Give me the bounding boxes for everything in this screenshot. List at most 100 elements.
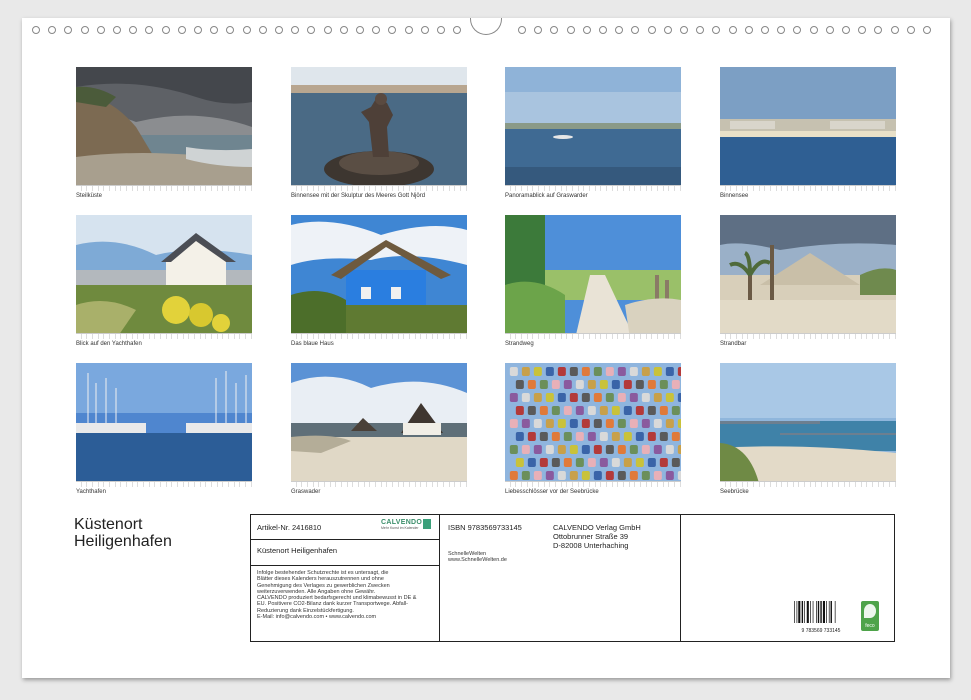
lock-shape <box>671 380 680 389</box>
lock-shape <box>509 471 518 480</box>
lock-shape <box>641 445 650 454</box>
calendar-grid-strip <box>291 333 467 339</box>
photo-yachthafen <box>76 363 252 487</box>
photo-caption: Blick auf den Yachthafen <box>76 341 142 347</box>
calendar-grid-strip <box>76 185 252 191</box>
lock-shape <box>527 458 536 467</box>
binding-ring <box>761 26 769 34</box>
calendar-grid-strip <box>291 481 467 487</box>
lock-shape <box>659 406 668 415</box>
lock-shape <box>521 419 530 428</box>
lock-shape <box>587 432 596 441</box>
lock-shape <box>617 445 626 454</box>
lock-shape <box>665 393 674 402</box>
lock-shape <box>635 380 644 389</box>
binding-ring <box>291 26 300 34</box>
lock-shape <box>545 367 554 376</box>
lock-shape <box>665 419 674 428</box>
publisher-address: CALVENDO Verlag GmbH Ottobrunner Straße … <box>553 523 641 550</box>
photo-caption: Binnensee <box>720 193 749 199</box>
barcode-bar <box>806 601 809 623</box>
barcode-bar <box>794 601 795 623</box>
lock-shape <box>539 406 548 415</box>
lock-shape <box>539 432 548 441</box>
isbn: ISBN 9783569733145 <box>448 523 522 532</box>
day-cell <box>890 482 896 487</box>
title-line-1: Küstenort <box>74 516 143 533</box>
binding-ring <box>874 26 883 34</box>
binding-ring <box>161 26 170 34</box>
brand-mark-icon <box>423 519 431 529</box>
binding-ring <box>145 26 154 34</box>
lock-shape <box>563 406 572 415</box>
lock-shape <box>521 367 530 376</box>
lock-shape <box>677 367 681 376</box>
binding-ring <box>437 26 445 34</box>
lock-shape <box>653 419 662 428</box>
lock-shape <box>593 419 602 428</box>
photo-caption: Graswader <box>291 489 321 495</box>
lock-shape <box>545 445 554 454</box>
lock-shape <box>527 432 536 441</box>
barcode-number: 9 783569 733145 <box>801 628 841 634</box>
photo-caption: Seebrücke <box>720 489 749 495</box>
day-cell <box>246 482 252 487</box>
day-cell <box>461 482 467 487</box>
lock-shape <box>515 458 524 467</box>
binding-ring <box>129 26 138 34</box>
binding-ring <box>809 26 818 34</box>
lock-shape <box>605 393 614 402</box>
photo-caption: Das blaue Haus <box>291 341 334 347</box>
barcode-icon <box>794 601 836 623</box>
photo-caption: Binnensee mit der Skulptur des Meeres Go… <box>291 193 426 199</box>
binding-ring <box>728 26 737 34</box>
lock-shape <box>599 380 608 389</box>
photo-yachthafen-view <box>76 215 252 339</box>
day-cell <box>890 334 896 339</box>
binding-ring <box>420 26 429 34</box>
lock-shape <box>563 458 572 467</box>
calendar-grid-strip <box>720 333 896 339</box>
lock-shape <box>611 458 620 467</box>
lock-shape <box>527 406 536 415</box>
lock-shape <box>611 406 620 415</box>
binding-ring <box>194 26 202 34</box>
lock-shape <box>575 406 584 415</box>
lock-shape <box>623 380 632 389</box>
lock-shape <box>515 380 524 389</box>
binding-ring <box>615 26 624 34</box>
lock-shape <box>677 419 681 428</box>
lock-shape <box>671 432 680 441</box>
lock-shape <box>545 471 554 480</box>
lock-shape <box>611 380 620 389</box>
lock-shape <box>509 419 518 428</box>
calendar-grid-strip <box>505 481 681 487</box>
lock-shape <box>653 367 662 376</box>
lock-shape <box>653 471 662 480</box>
lock-shape <box>617 471 626 480</box>
lock-shape <box>557 367 566 376</box>
binding-ring <box>307 26 316 34</box>
day-cell <box>675 334 681 339</box>
lock-shape <box>629 393 638 402</box>
binding-ring <box>566 26 575 34</box>
lock-shape <box>629 367 638 376</box>
lock-shape <box>569 445 578 454</box>
lock-shape <box>539 380 548 389</box>
binding-ring <box>712 26 721 34</box>
title-line-2: Heiligenhafen <box>74 533 172 550</box>
lock-shape <box>641 393 650 402</box>
brand-name: CALVENDO <box>381 519 423 526</box>
calendar-back-page: Steilküste Binnensee mit der Skulptur de… <box>22 18 950 678</box>
lock-shape <box>575 380 584 389</box>
barcode-bar <box>817 601 820 623</box>
lock-shape <box>521 445 530 454</box>
binding-ring <box>777 26 786 34</box>
barcode-bar <box>796 601 798 623</box>
barcode-bar <box>801 601 804 623</box>
lock-shape <box>665 445 674 454</box>
binding-ring <box>793 26 802 34</box>
lock-shape <box>599 406 608 415</box>
barcode-bar <box>820 601 822 623</box>
lock-shape <box>611 432 620 441</box>
